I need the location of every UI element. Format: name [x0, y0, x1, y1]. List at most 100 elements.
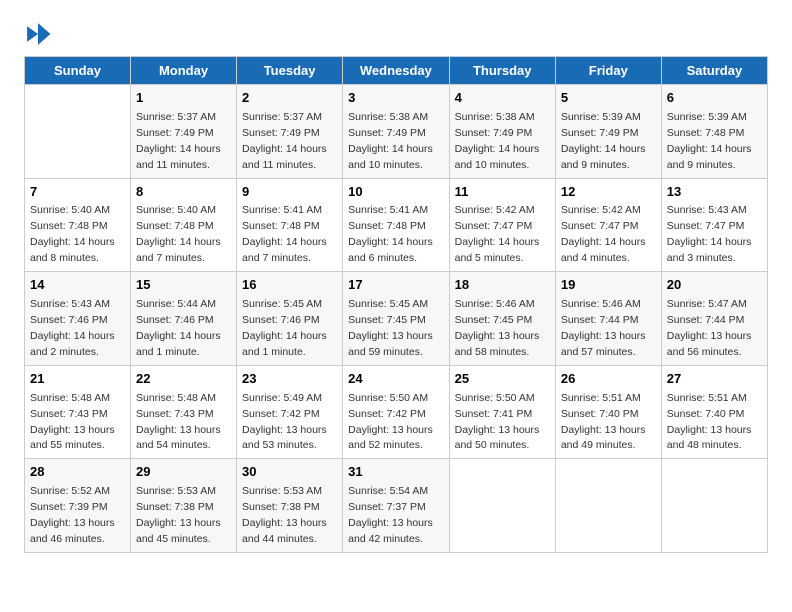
sunset-text: Sunset: 7:47 PM	[455, 220, 533, 232]
daylight-text: Daylight: 14 hours and 1 minute.	[242, 330, 327, 358]
day-number: 1	[136, 89, 231, 108]
sunset-text: Sunset: 7:42 PM	[242, 408, 320, 420]
week-row-4: 21Sunrise: 5:48 AMSunset: 7:43 PMDayligh…	[25, 365, 768, 459]
daylight-text: Daylight: 13 hours and 56 minutes.	[667, 330, 752, 358]
calendar-cell	[555, 459, 661, 553]
day-number: 19	[561, 276, 656, 295]
calendar-cell: 15Sunrise: 5:44 AMSunset: 7:46 PMDayligh…	[131, 272, 237, 366]
logo-icon	[24, 20, 52, 48]
sunrise-text: Sunrise: 5:53 AM	[242, 485, 322, 497]
day-number: 11	[455, 183, 550, 202]
sunrise-text: Sunrise: 5:50 AM	[348, 392, 428, 404]
sunrise-text: Sunrise: 5:41 AM	[242, 204, 322, 216]
sunset-text: Sunset: 7:38 PM	[242, 501, 320, 513]
sunrise-text: Sunrise: 5:51 AM	[561, 392, 641, 404]
day-number: 5	[561, 89, 656, 108]
day-number: 26	[561, 370, 656, 389]
sunrise-text: Sunrise: 5:52 AM	[30, 485, 110, 497]
calendar-cell	[449, 459, 555, 553]
sunrise-text: Sunrise: 5:42 AM	[561, 204, 641, 216]
day-number: 3	[348, 89, 443, 108]
daylight-text: Daylight: 14 hours and 2 minutes.	[30, 330, 115, 358]
daylight-text: Daylight: 14 hours and 10 minutes.	[348, 143, 433, 171]
sunrise-text: Sunrise: 5:40 AM	[30, 204, 110, 216]
sunset-text: Sunset: 7:44 PM	[561, 314, 639, 326]
calendar-cell: 30Sunrise: 5:53 AMSunset: 7:38 PMDayligh…	[237, 459, 343, 553]
daylight-text: Daylight: 14 hours and 7 minutes.	[242, 236, 327, 264]
day-header-monday: Monday	[131, 57, 237, 85]
day-number: 22	[136, 370, 231, 389]
sunrise-text: Sunrise: 5:46 AM	[561, 298, 641, 310]
daylight-text: Daylight: 14 hours and 5 minutes.	[455, 236, 540, 264]
day-number: 8	[136, 183, 231, 202]
calendar-cell: 28Sunrise: 5:52 AMSunset: 7:39 PMDayligh…	[25, 459, 131, 553]
sunrise-text: Sunrise: 5:50 AM	[455, 392, 535, 404]
sunset-text: Sunset: 7:42 PM	[348, 408, 426, 420]
day-number: 4	[455, 89, 550, 108]
sunset-text: Sunset: 7:46 PM	[136, 314, 214, 326]
daylight-text: Daylight: 14 hours and 9 minutes.	[561, 143, 646, 171]
sunset-text: Sunset: 7:49 PM	[348, 127, 426, 139]
day-header-thursday: Thursday	[449, 57, 555, 85]
calendar-cell: 5 Sunrise: 5:39 AM Sunset: 7:49 PM Daylight…	[555, 85, 661, 179]
sunset-text: Sunset: 7:49 PM	[455, 127, 533, 139]
daylight-text: Daylight: 13 hours and 48 minutes.	[667, 424, 752, 452]
sunset-text: Sunset: 7:45 PM	[455, 314, 533, 326]
calendar-cell: 27Sunrise: 5:51 AMSunset: 7:40 PMDayligh…	[661, 365, 767, 459]
sunrise-text: Sunrise: 5:39 AM	[561, 111, 641, 123]
day-header-sunday: Sunday	[25, 57, 131, 85]
daylight-text: Daylight: 14 hours and 10 minutes.	[455, 143, 540, 171]
calendar-cell: 11 Sunrise: 5:42 AM Sunset: 7:47 PM Dayligh…	[449, 178, 555, 272]
calendar-cell: 14Sunrise: 5:43 AMSunset: 7:46 PMDayligh…	[25, 272, 131, 366]
calendar-table: SundayMondayTuesdayWednesdayThursdayFrid…	[24, 56, 768, 553]
sunrise-text: Sunrise: 5:54 AM	[348, 485, 428, 497]
sunrise-text: Sunrise: 5:49 AM	[242, 392, 322, 404]
day-number: 2	[242, 89, 337, 108]
calendar-cell	[25, 85, 131, 179]
daylight-text: Daylight: 13 hours and 52 minutes.	[348, 424, 433, 452]
sunrise-text: Sunrise: 5:43 AM	[30, 298, 110, 310]
sunset-text: Sunset: 7:49 PM	[242, 127, 320, 139]
week-row-3: 14Sunrise: 5:43 AMSunset: 7:46 PMDayligh…	[25, 272, 768, 366]
sunset-text: Sunset: 7:44 PM	[667, 314, 745, 326]
sunrise-text: Sunrise: 5:40 AM	[136, 204, 216, 216]
calendar-cell: 21Sunrise: 5:48 AMSunset: 7:43 PMDayligh…	[25, 365, 131, 459]
sunrise-text: Sunrise: 5:42 AM	[455, 204, 535, 216]
sunset-text: Sunset: 7:46 PM	[242, 314, 320, 326]
day-number: 24	[348, 370, 443, 389]
sunset-text: Sunset: 7:48 PM	[667, 127, 745, 139]
calendar-cell: 8Sunrise: 5:40 AMSunset: 7:48 PMDaylight…	[131, 178, 237, 272]
day-number: 13	[667, 183, 762, 202]
sunset-text: Sunset: 7:37 PM	[348, 501, 426, 513]
sunset-text: Sunset: 7:41 PM	[455, 408, 533, 420]
calendar-cell: 19Sunrise: 5:46 AMSunset: 7:44 PMDayligh…	[555, 272, 661, 366]
day-number: 7	[30, 183, 125, 202]
calendar-cell: 25Sunrise: 5:50 AMSunset: 7:41 PMDayligh…	[449, 365, 555, 459]
calendar-cell: 4Sunrise: 5:38 AMSunset: 7:49 PMDaylight…	[449, 85, 555, 179]
sunrise-text: Sunrise: 5:43 AM	[667, 204, 747, 216]
calendar-cell: 17Sunrise: 5:45 AMSunset: 7:45 PMDayligh…	[343, 272, 449, 366]
sunset-text: Sunset: 7:49 PM	[561, 127, 639, 139]
daylight-text: Daylight: 14 hours and 1 minute.	[136, 330, 221, 358]
sunset-text: Sunset: 7:49 PM	[136, 127, 214, 139]
calendar-cell: 26Sunrise: 5:51 AMSunset: 7:40 PMDayligh…	[555, 365, 661, 459]
daylight-text: Daylight: 14 hours and 4 minutes.	[561, 236, 646, 264]
calendar-cell: 9Sunrise: 5:41 AMSunset: 7:48 PMDaylight…	[237, 178, 343, 272]
calendar-cell: 18Sunrise: 5:46 AMSunset: 7:45 PMDayligh…	[449, 272, 555, 366]
sunset-text: Sunset: 7:45 PM	[348, 314, 426, 326]
sunset-text: Sunset: 7:43 PM	[136, 408, 214, 420]
week-row-1: 1Sunrise: 5:37 AMSunset: 7:49 PMDaylight…	[25, 85, 768, 179]
daylight-text: Daylight: 14 hours and 3 minutes.	[667, 236, 752, 264]
sunrise-text: Sunrise: 5:48 AM	[30, 392, 110, 404]
day-number: 20	[667, 276, 762, 295]
calendar-cell: 31Sunrise: 5:54 AMSunset: 7:37 PMDayligh…	[343, 459, 449, 553]
sunrise-text: Sunrise: 5:45 AM	[348, 298, 428, 310]
sunrise-text: Sunrise: 5:47 AM	[667, 298, 747, 310]
daylight-text: Daylight: 13 hours and 49 minutes.	[561, 424, 646, 452]
daylight-text: Daylight: 13 hours and 42 minutes.	[348, 517, 433, 545]
calendar-cell: 1Sunrise: 5:37 AMSunset: 7:49 PMDaylight…	[131, 85, 237, 179]
day-number: 27	[667, 370, 762, 389]
sunrise-text: Sunrise: 5:48 AM	[136, 392, 216, 404]
day-header-tuesday: Tuesday	[237, 57, 343, 85]
day-number: 30	[242, 463, 337, 482]
